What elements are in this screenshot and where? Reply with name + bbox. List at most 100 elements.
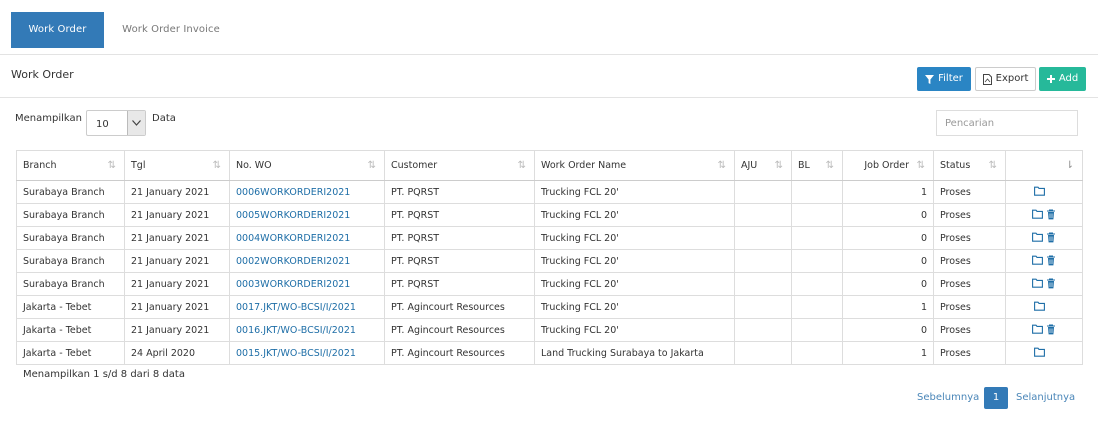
sort-icon: ⇅ [212, 160, 221, 171]
folder-icon[interactable] [1034, 301, 1046, 313]
cell-status: Proses [933, 272, 1006, 296]
cell-customer: PT. PQRST [384, 203, 535, 227]
table-row: Jakarta - Tebet 21 January 2021 0017.JKT/W… [16, 295, 1083, 319]
cell-actions [1005, 203, 1083, 227]
cell-tgl: 21 January 2021 [124, 272, 230, 296]
column-header-customer[interactable]: Customer ⇅ [384, 150, 535, 181]
column-header-job-order[interactable]: Job Order ⇅ [842, 150, 934, 181]
column-header-aju[interactable]: AJU ⇅ [734, 150, 792, 181]
column-header-status[interactable]: Status ⇅ [933, 150, 1006, 181]
trash-icon[interactable] [1046, 209, 1058, 221]
work-order-link[interactable]: 0005WORKORDERI2021 [236, 210, 350, 221]
cell-no-wo: 0004WORKORDERI2021 [229, 226, 385, 250]
cell-customer: PT. Agincourt Resources [384, 295, 535, 319]
cell-job-order: 0 [842, 272, 934, 296]
folder-icon[interactable] [1032, 324, 1044, 336]
cell-work-order-name: Trucking FCL 20' [534, 203, 735, 227]
folder-icon[interactable] [1032, 255, 1044, 267]
cell-work-order-name: Trucking FCL 20' [534, 318, 735, 342]
page-title: Work Order [11, 68, 74, 81]
work-order-link[interactable]: 0003WORKORDERI2021 [236, 279, 350, 290]
cell-branch: Surabaya Branch [16, 272, 125, 296]
trash-icon[interactable] [1046, 324, 1058, 336]
cell-bl [791, 226, 843, 250]
cell-aju [734, 203, 792, 227]
table-row: Jakarta - Tebet 21 January 2021 0016.JKT/W… [16, 318, 1083, 342]
column-header-tgl[interactable]: Tgl ⇅ [124, 150, 230, 181]
cell-tgl: 21 January 2021 [124, 203, 230, 227]
cell-tgl: 24 April 2020 [124, 341, 230, 365]
cell-work-order-name: Trucking FCL 20' [534, 249, 735, 273]
cell-no-wo: 0002WORKORDERI2021 [229, 249, 385, 273]
cell-work-order-name: Trucking FCL 20' [534, 272, 735, 296]
tab-work-order-invoice[interactable]: Work Order Invoice [104, 12, 238, 48]
cell-status: Proses [933, 341, 1006, 365]
column-header-no-wo[interactable]: No. WO ⇅ [229, 150, 385, 181]
cell-status: Proses [933, 295, 1006, 319]
cell-job-order: 1 [842, 180, 934, 204]
sort-icon: ⇅ [717, 160, 726, 171]
work-order-link[interactable]: 0004WORKORDERI2021 [236, 233, 350, 244]
work-order-link[interactable]: 0002WORKORDERI2021 [236, 256, 350, 267]
cell-aju [734, 295, 792, 319]
add-button[interactable]: Add [1039, 67, 1086, 91]
cell-tgl: 21 January 2021 [124, 295, 230, 319]
folder-icon[interactable] [1034, 186, 1046, 198]
cell-aju [734, 318, 792, 342]
pagination-next[interactable]: Selanjutnya [1016, 387, 1075, 409]
cell-tgl: 21 January 2021 [124, 249, 230, 273]
cell-customer: PT. PQRST [384, 249, 535, 273]
cell-branch: Surabaya Branch [16, 226, 125, 250]
column-label: No. WO [236, 160, 272, 171]
cell-job-order: 1 [842, 341, 934, 365]
folder-icon[interactable] [1032, 209, 1044, 221]
cell-job-order: 0 [842, 203, 934, 227]
column-label: Work Order Name [541, 160, 627, 171]
trash-icon[interactable] [1046, 255, 1058, 267]
folder-icon[interactable] [1032, 232, 1044, 244]
cell-status: Proses [933, 180, 1006, 204]
length-label: Menampilkan [15, 113, 82, 124]
filter-icon [925, 74, 935, 84]
work-order-link[interactable]: 0016.JKT/WO-BCSI/I/2021 [236, 325, 356, 336]
cell-aju [734, 226, 792, 250]
cell-aju [734, 180, 792, 204]
search-input[interactable] [936, 110, 1078, 136]
trash-icon[interactable] [1046, 278, 1058, 290]
column-label: Tgl [131, 160, 146, 171]
page-length-select[interactable]: 10 [86, 110, 146, 136]
cell-branch: Jakarta - Tebet [16, 295, 125, 319]
cell-actions [1005, 180, 1083, 204]
column-label: AJU [741, 160, 758, 171]
tab-work-order[interactable]: Work Order [11, 12, 104, 48]
cell-job-order: 0 [842, 318, 934, 342]
work-order-link[interactable]: 0017.JKT/WO-BCSI/I/2021 [236, 302, 356, 313]
work-order-link[interactable]: 0015.JKT/WO-BCSI/I/2021 [236, 348, 356, 359]
column-header-branch[interactable]: Branch ⇅ [16, 150, 125, 181]
cell-branch: Surabaya Branch [16, 180, 125, 204]
cell-branch: Surabaya Branch [16, 249, 125, 273]
folder-icon[interactable] [1032, 278, 1044, 290]
cell-job-order: 0 [842, 249, 934, 273]
sort-icon: ⇅ [517, 160, 526, 171]
pagination-previous[interactable]: Sebelumnya [917, 387, 979, 409]
folder-icon[interactable] [1034, 347, 1046, 359]
cell-no-wo: 0015.JKT/WO-BCSI/I/2021 [229, 341, 385, 365]
sort-icon: ⇂ [1065, 160, 1074, 171]
trash-icon[interactable] [1046, 232, 1058, 244]
add-button-label: Add [1058, 73, 1079, 84]
cell-branch: Surabaya Branch [16, 203, 125, 227]
export-button[interactable]: Export [975, 67, 1036, 91]
filter-button-label: Filter [938, 73, 963, 84]
pagination-page-1[interactable]: 1 [984, 387, 1008, 409]
cell-status: Proses [933, 249, 1006, 273]
filter-button[interactable]: Filter [917, 67, 971, 91]
table-row: Surabaya Branch 21 January 2021 0005WORKOR… [16, 203, 1083, 227]
table-row: Jakarta - Tebet 24 April 2020 0015.JKT/WO-… [16, 341, 1083, 365]
table-info: Menampilkan 1 s/d 8 dari 8 data [23, 369, 185, 380]
column-header-actions[interactable]: ⇂ [1005, 150, 1083, 181]
column-header-bl[interactable]: BL ⇅ [791, 150, 843, 181]
cell-tgl: 21 January 2021 [124, 226, 230, 250]
work-order-link[interactable]: 0006WORKORDERI2021 [236, 187, 350, 198]
column-header-work-order-name[interactable]: Work Order Name ⇅ [534, 150, 735, 181]
